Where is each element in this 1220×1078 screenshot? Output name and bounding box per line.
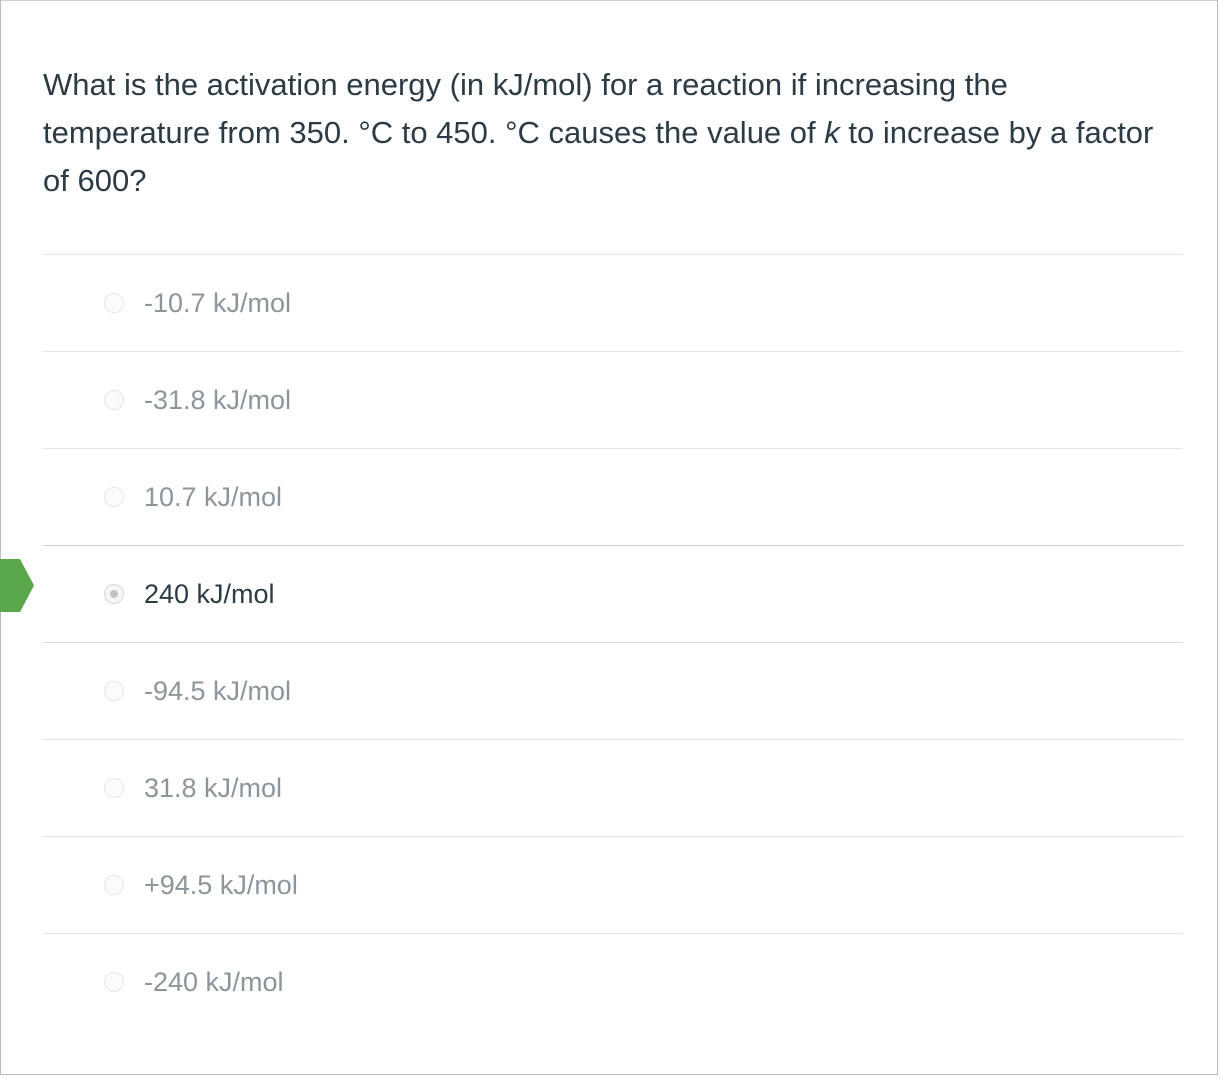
radio-button-icon[interactable] bbox=[104, 293, 124, 313]
radio-button-icon[interactable] bbox=[104, 390, 124, 410]
answer-label: -10.7 kJ/mol bbox=[144, 288, 292, 318]
answer-option-1[interactable]: -10.7 kJ/mol bbox=[43, 254, 1183, 351]
answer-option-7[interactable]: +94.5 kJ/mol bbox=[43, 836, 1183, 933]
answer-option-5[interactable]: -94.5 kJ/mol bbox=[43, 642, 1183, 739]
answer-label: -31.8 kJ/mol bbox=[144, 385, 292, 415]
answer-label: 240 kJ/mol bbox=[144, 579, 275, 609]
radio-button-icon[interactable] bbox=[104, 681, 124, 701]
radio-button-icon[interactable] bbox=[104, 778, 124, 798]
answer-label: -94.5 kJ/mol bbox=[144, 676, 292, 706]
radio-button-icon[interactable] bbox=[104, 875, 124, 895]
selected-answer-arrow-icon bbox=[0, 559, 34, 612]
question-variable-k: k bbox=[824, 115, 840, 150]
answer-label: +94.5 kJ/mol bbox=[144, 870, 298, 900]
question-text: What is the activation energy (in kJ/mol… bbox=[43, 61, 1183, 205]
answer-label: -240 kJ/mol bbox=[144, 967, 284, 997]
quiz-question-panel: What is the activation energy (in kJ/mol… bbox=[0, 0, 1218, 1075]
radio-button-icon[interactable] bbox=[104, 972, 124, 992]
answer-option-4[interactable]: 240 kJ/mol bbox=[43, 545, 1183, 642]
answer-option-6[interactable]: 31.8 kJ/mol bbox=[43, 739, 1183, 836]
radio-button-icon[interactable] bbox=[104, 487, 124, 507]
answer-option-8[interactable]: -240 kJ/mol bbox=[43, 933, 1183, 1030]
answer-label: 10.7 kJ/mol bbox=[144, 482, 283, 512]
answer-label: 31.8 kJ/mol bbox=[144, 773, 283, 803]
radio-button-checked-icon[interactable] bbox=[104, 584, 124, 604]
answer-option-2[interactable]: -31.8 kJ/mol bbox=[43, 351, 1183, 448]
answer-list: -10.7 kJ/mol -31.8 kJ/mol 10.7 kJ/mol 24… bbox=[43, 254, 1183, 1030]
answer-option-3[interactable]: 10.7 kJ/mol bbox=[43, 448, 1183, 545]
